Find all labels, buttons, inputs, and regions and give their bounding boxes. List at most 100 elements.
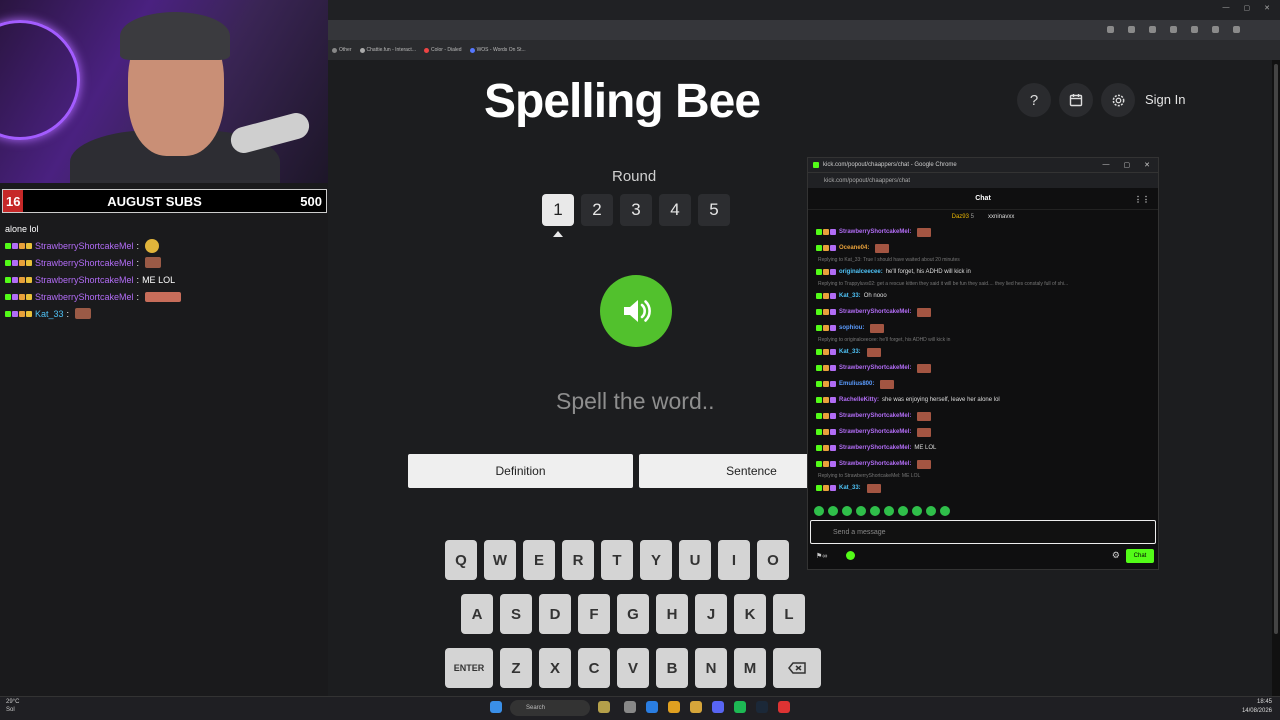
chat-username[interactable]: Kat_33:: [839, 485, 861, 491]
extension-icon[interactable]: [1149, 26, 1156, 33]
pinned-user[interactable]: Daz93 5: [952, 214, 974, 220]
help-button[interactable]: ?: [1017, 83, 1051, 117]
key-q[interactable]: Q: [445, 540, 477, 580]
chat-username[interactable]: StrawberryShortcakeMel:: [839, 365, 911, 371]
emote-icon[interactable]: [814, 506, 824, 516]
chat-message[interactable]: StrawberryShortcakeMel:: [816, 304, 1158, 320]
key-j[interactable]: J: [695, 594, 727, 634]
key-m[interactable]: M: [734, 648, 766, 688]
maximize-icon[interactable]: ▢: [1124, 161, 1131, 169]
taskbar-search[interactable]: Search: [510, 700, 590, 716]
chat-send-button[interactable]: Chat: [1126, 549, 1154, 563]
key-x[interactable]: X: [539, 648, 571, 688]
key-k[interactable]: K: [734, 594, 766, 634]
emote-icon[interactable]: [856, 506, 866, 516]
chat-username[interactable]: StrawberryShortcakeMel:: [839, 229, 911, 235]
chat-message[interactable]: StrawberryShortcakeMel: ME LOL: [816, 440, 1158, 456]
emote-icon[interactable]: [884, 506, 894, 516]
chat-message[interactable]: StrawberryShortcakeMel:: [816, 456, 1158, 472]
chat-rules-icon[interactable]: ⚑∞: [816, 552, 827, 560]
key-t[interactable]: T: [601, 540, 633, 580]
emote-icon[interactable]: [870, 506, 880, 516]
close-icon[interactable]: ✕: [1144, 161, 1150, 169]
chat-message[interactable]: sophiou:: [816, 320, 1158, 336]
search-icon[interactable]: [1107, 26, 1114, 33]
minimize-icon[interactable]: —: [1103, 161, 1110, 169]
chrome-icon[interactable]: [668, 701, 680, 713]
key-b[interactable]: B: [656, 648, 688, 688]
key-g[interactable]: G: [617, 594, 649, 634]
chat-username[interactable]: Emulius800:: [839, 381, 874, 387]
bookmark-item[interactable]: WOS - Words On St...: [469, 47, 526, 53]
key-enter[interactable]: ENTER: [445, 648, 493, 688]
profile-icon[interactable]: [1212, 26, 1219, 33]
chat-message[interactable]: StrawberryShortcakeMel:: [816, 424, 1158, 440]
menu-icon[interactable]: [1233, 26, 1240, 33]
chat-username[interactable]: StrawberryShortcakeMel:: [839, 461, 911, 467]
key-u[interactable]: U: [679, 540, 711, 580]
key-a[interactable]: A: [461, 594, 493, 634]
key-y[interactable]: Y: [640, 540, 672, 580]
popout-url[interactable]: kick.com/popout/chaappers/chat: [808, 172, 1158, 188]
chat-username[interactable]: Kat_33:: [839, 349, 861, 355]
chat-username[interactable]: StrawberryShortcakeMel:: [839, 413, 911, 419]
chat-message[interactable]: Kat_33:: [816, 480, 1158, 496]
chat-settings-icon[interactable]: ⚙: [1112, 550, 1120, 561]
settings-button[interactable]: [1101, 83, 1135, 117]
chat-username[interactable]: RachelleKitty:: [839, 397, 879, 403]
weather-widget[interactable]: 29°C Sol: [6, 698, 19, 714]
key-r[interactable]: R: [562, 540, 594, 580]
round-5-button[interactable]: 5: [698, 194, 730, 226]
file-explorer-icon[interactable]: [690, 701, 702, 713]
chat-message-input[interactable]: Send a message: [810, 520, 1156, 544]
bookmark-item[interactable]: Color - Dialed: [423, 47, 462, 53]
windows-start-icon[interactable]: [490, 701, 502, 713]
emote-icon[interactable]: [912, 506, 922, 516]
bookmark-item[interactable]: Chattie.fun - Interact...: [359, 47, 416, 53]
play-word-button[interactable]: [600, 275, 672, 347]
chat-message[interactable]: Oceane04:: [816, 240, 1158, 256]
key-s[interactable]: S: [500, 594, 532, 634]
key-i[interactable]: I: [718, 540, 750, 580]
spotify-icon[interactable]: [734, 701, 746, 713]
puzzle-icon[interactable]: [1191, 26, 1198, 33]
chat-username[interactable]: StrawberryShortcakeMel:: [839, 429, 911, 435]
steam-icon[interactable]: [756, 701, 768, 713]
chat-username[interactable]: sophiou:: [839, 325, 864, 331]
key-f[interactable]: F: [578, 594, 610, 634]
chat-message[interactable]: Kat_33:: [816, 344, 1158, 360]
taskbar-clock[interactable]: 18:45 14/08/2026: [1242, 698, 1272, 716]
round-4-button[interactable]: 4: [659, 194, 691, 226]
emote-icon[interactable]: [940, 506, 950, 516]
chat-message[interactable]: StrawberryShortcakeMel:: [816, 224, 1158, 240]
extension-icon[interactable]: [1170, 26, 1177, 33]
key-e[interactable]: E: [523, 540, 555, 580]
maximize-icon[interactable]: ▢: [1244, 4, 1251, 12]
key-n[interactable]: N: [695, 648, 727, 688]
round-3-button[interactable]: 3: [620, 194, 652, 226]
chat-message[interactable]: RachelleKitty: she was enjoying herself, …: [816, 392, 1158, 408]
calendar-button[interactable]: [1059, 83, 1093, 117]
chat-username[interactable]: StrawberryShortcakeMel:: [839, 445, 911, 451]
key-v[interactable]: V: [617, 648, 649, 688]
minimize-icon[interactable]: —: [1223, 4, 1230, 12]
emote-icon[interactable]: [898, 506, 908, 516]
key-c[interactable]: C: [578, 648, 610, 688]
round-2-button[interactable]: 2: [581, 194, 613, 226]
chat-message[interactable]: StrawberryShortcakeMel:: [816, 408, 1158, 424]
chat-username[interactable]: Oceane04:: [839, 245, 869, 251]
star-icon[interactable]: [1128, 26, 1135, 33]
key-o[interactable]: O: [757, 540, 789, 580]
round-1-button[interactable]: 1: [542, 194, 574, 226]
chat-username[interactable]: Kat_33:: [839, 293, 861, 299]
chat-message[interactable]: originalceecee: he'll forget, his ADHD wi…: [816, 264, 1158, 280]
definition-button[interactable]: Definition: [408, 454, 633, 488]
task-view-icon[interactable]: [624, 701, 636, 713]
close-icon[interactable]: ✕: [1264, 4, 1270, 12]
pinned-user[interactable]: xxninavxx: [988, 214, 1014, 220]
chat-message[interactable]: Kat_33: Oh nooo: [816, 288, 1158, 304]
chat-users-icon[interactable]: ⋮⋮: [1134, 195, 1150, 204]
emote-icon[interactable]: [926, 506, 936, 516]
scrollbar-thumb[interactable]: [1274, 64, 1278, 634]
chat-message[interactable]: Emulius800:: [816, 376, 1158, 392]
